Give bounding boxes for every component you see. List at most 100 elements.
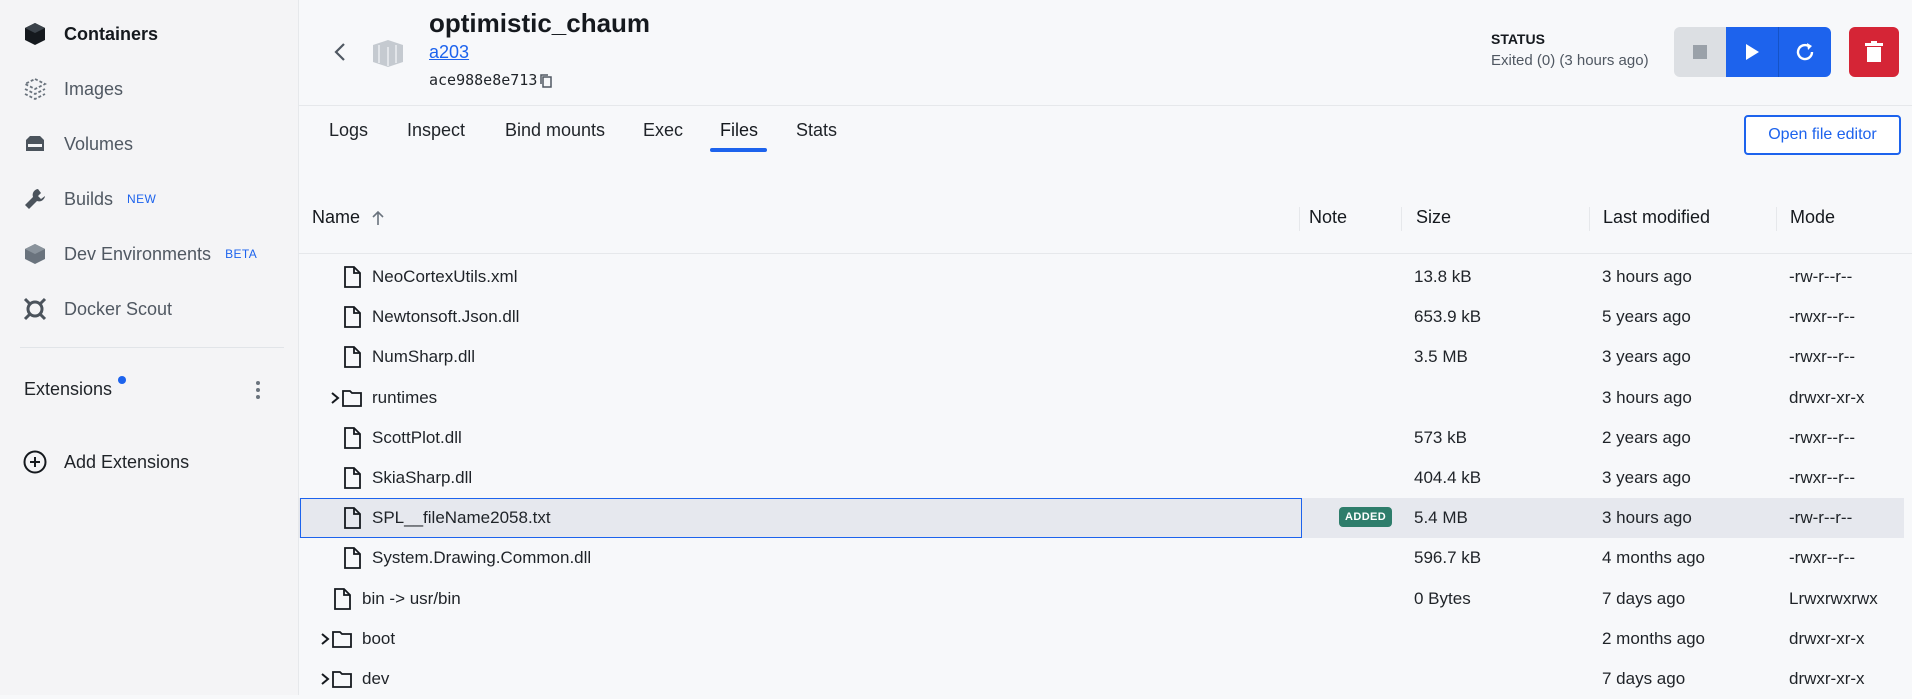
file-name: runtimes xyxy=(372,387,438,407)
file-name: System.Drawing.Common.dll xyxy=(372,548,592,568)
file-size: 573 kB xyxy=(1414,427,1467,447)
tab-exec[interactable]: Exec xyxy=(643,120,683,141)
table-row[interactable]: boot 2 months ago drwxr-xr-x xyxy=(299,619,1904,659)
chevron-right-icon[interactable] xyxy=(319,671,331,687)
containers-icon xyxy=(20,19,50,49)
trash-icon xyxy=(1865,41,1883,62)
table-row[interactable]: SPL__fileName2058.txt ADDED 5.4 MB 3 hours … xyxy=(299,498,1904,539)
file-icon xyxy=(331,587,353,611)
file-mode: -rw-r--r-- xyxy=(1789,508,1853,528)
column-header-name[interactable]: Name xyxy=(312,207,360,228)
back-arrow-icon[interactable] xyxy=(329,39,351,65)
file-icon xyxy=(341,265,363,289)
file-name: NeoCortexUtils.xml xyxy=(372,267,518,286)
table-row[interactable]: NeoCortexUtils.xml 13.8 kB 3 hours ago -rw-… xyxy=(299,257,1904,297)
sidebar-item-label: Volumes xyxy=(64,133,134,154)
container-name: optimistic_chaum xyxy=(429,8,651,38)
file-modified: 3 hours ago xyxy=(1602,267,1692,286)
copy-icon[interactable] xyxy=(539,73,553,89)
file-size: 3.5 MB xyxy=(1414,347,1468,367)
kebab-menu-icon[interactable] xyxy=(252,378,264,404)
file-name: boot xyxy=(362,628,396,648)
file-mode: Lrwxrwxrwx xyxy=(1789,588,1878,608)
sidebar-item-images[interactable]: Images xyxy=(20,71,123,107)
file-mode: drwxr-xr-x xyxy=(1789,387,1865,407)
delete-button[interactable] xyxy=(1849,27,1899,77)
chevron-right-icon[interactable] xyxy=(319,631,331,647)
stop-button[interactable] xyxy=(1674,27,1726,77)
file-size: 404.4 kB xyxy=(1414,468,1482,487)
start-button[interactable] xyxy=(1726,27,1778,77)
file-icon xyxy=(341,345,363,369)
file-mode: -rwxr--r-- xyxy=(1789,468,1856,487)
column-divider xyxy=(1776,207,1777,231)
table-row[interactable]: SkiaSharp.dll 404.4 kB 3 years ago -rwxr--r… xyxy=(299,458,1904,498)
file-size: 13.8 kB xyxy=(1414,267,1472,286)
chevron-right-icon[interactable] xyxy=(329,390,341,406)
file-modified: 3 years ago xyxy=(1602,468,1691,487)
sidebar-item-label: Images xyxy=(64,78,124,99)
column-divider xyxy=(1401,207,1402,231)
file-mode: -rwxr--r-- xyxy=(1789,548,1856,568)
image-link[interactable]: a203 xyxy=(429,42,469,63)
file-name: ScottPlot.dll xyxy=(372,427,462,447)
tab-bind-mounts[interactable]: Bind mounts xyxy=(505,120,605,141)
sort-ascending-icon[interactable] xyxy=(371,209,385,227)
sidebar-item-docker-scout[interactable]: Docker Scout xyxy=(20,291,172,327)
main-panel: optimistic_chaum a203 ace988e8e713 STATU… xyxy=(299,0,1912,695)
sidebar-item-label: Containers xyxy=(64,23,159,44)
folder-icon xyxy=(331,667,353,691)
file-icon xyxy=(341,426,363,450)
table-row[interactable]: NumSharp.dll 3.5 MB 3 years ago -rwxr--r-- xyxy=(299,337,1904,377)
sidebar-item-dev-environments[interactable]: Dev Environments BETA xyxy=(20,236,257,272)
table-row[interactable]: bin -> usr/bin 0 Bytes 7 days ago Lrwxrwxrw… xyxy=(299,579,1904,619)
file-size: 5.4 MB xyxy=(1414,508,1468,528)
column-header-last-modified[interactable]: Last modified xyxy=(1603,207,1710,228)
file-modified: 3 years ago xyxy=(1602,347,1691,367)
file-icon xyxy=(341,466,363,490)
file-icon xyxy=(341,506,363,530)
add-extensions-button[interactable]: Add Extensions xyxy=(20,444,189,480)
new-badge: NEW xyxy=(127,192,157,206)
column-header-size[interactable]: Size xyxy=(1416,207,1451,228)
sidebar-item-label: Dev Environments xyxy=(64,243,212,264)
tab-logs[interactable]: Logs xyxy=(329,120,368,141)
sidebar-item-containers[interactable]: Containers xyxy=(20,16,158,52)
sidebar-item-label: Docker Scout xyxy=(64,298,173,319)
open-file-editor-button[interactable]: Open file editor xyxy=(1744,115,1901,155)
column-header-mode[interactable]: Mode xyxy=(1790,207,1835,228)
notification-dot xyxy=(118,376,126,384)
file-size: 653.9 kB xyxy=(1414,307,1482,327)
sidebar-item-label: Builds xyxy=(64,188,114,209)
add-extensions-label: Add Extensions xyxy=(64,451,190,472)
file-name: SPL__fileName2058.txt xyxy=(372,508,551,528)
sidebar-item-builds[interactable]: Builds NEW xyxy=(20,181,156,217)
plus-circle-icon xyxy=(20,447,50,477)
tab-inspect[interactable]: Inspect xyxy=(407,120,465,141)
file-modified: 7 days ago xyxy=(1602,588,1686,608)
file-mode: -rwxr--r-- xyxy=(1789,347,1856,367)
file-modified: 5 years ago xyxy=(1602,307,1691,327)
table-row[interactable]: runtimes 3 hours ago drwxr-xr-x xyxy=(299,378,1904,418)
tab-stats[interactable]: Stats xyxy=(796,120,837,141)
file-name: NumSharp.dll xyxy=(372,347,475,367)
file-icon xyxy=(341,546,363,570)
status-value: Exited (0) (3 hours ago) xyxy=(1491,52,1649,69)
tab-bar: Logs Inspect Bind mounts Exec Files Stat… xyxy=(299,106,1912,156)
column-header-note[interactable]: Note xyxy=(1309,207,1347,228)
restart-button[interactable] xyxy=(1778,27,1831,77)
beta-badge: BETA xyxy=(225,247,258,261)
file-mode: drwxr-xr-x xyxy=(1789,669,1865,688)
active-tab-indicator xyxy=(710,148,767,152)
table-row[interactable]: dev 7 days ago drwxr-xr-x xyxy=(299,659,1904,699)
table-row[interactable]: System.Drawing.Common.dll 596.7 kB 4 month… xyxy=(299,538,1904,578)
sidebar-item-volumes[interactable]: Volumes xyxy=(20,126,133,162)
tab-files[interactable]: Files xyxy=(720,120,758,141)
status-label: STATUS xyxy=(1491,31,1545,47)
extensions-label: Extensions xyxy=(24,379,113,399)
table-row[interactable]: ScottPlot.dll 573 kB 2 years ago -rwxr--r-- xyxy=(299,418,1904,458)
file-modified: 4 months ago xyxy=(1602,548,1706,568)
play-icon xyxy=(1746,44,1759,60)
table-row[interactable]: Newtonsoft.Json.dll 653.9 kB 5 years ago -r… xyxy=(299,297,1904,337)
container-icon xyxy=(371,38,405,68)
